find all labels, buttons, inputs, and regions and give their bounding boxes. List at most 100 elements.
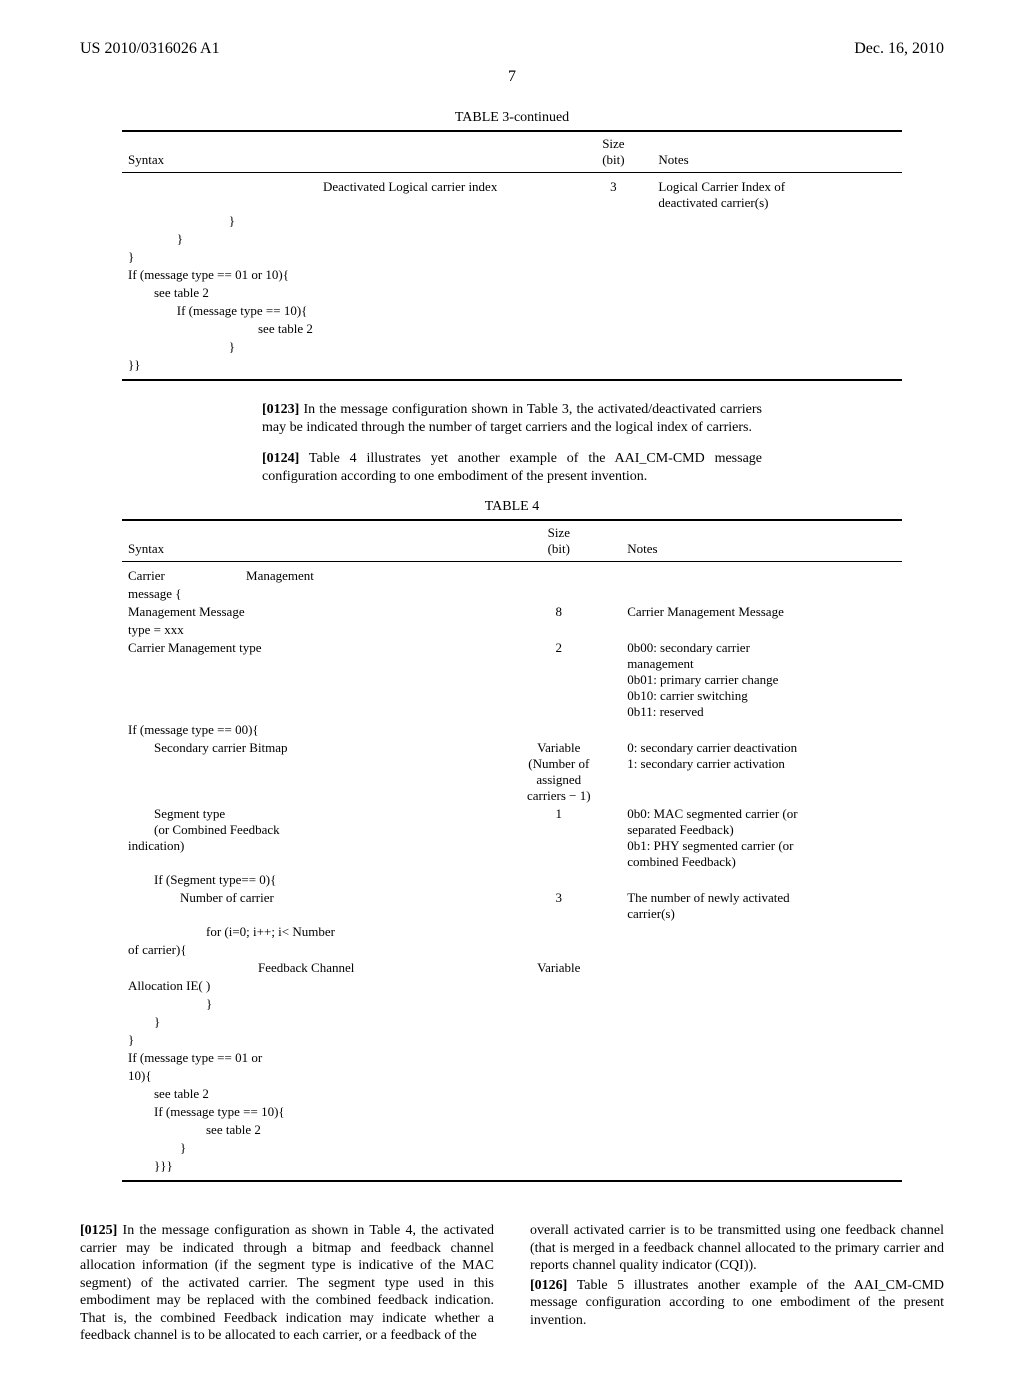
table-cell-syntax: see table 2 <box>122 320 574 338</box>
table-cell-size <box>574 248 652 266</box>
table-cell-syntax: Management Message <box>122 603 496 621</box>
para-0123-num: [0123] <box>262 402 299 417</box>
table4-head-syntax: Syntax <box>122 520 496 562</box>
table-cell-size <box>574 212 652 230</box>
table-cell-size: 8 <box>496 603 621 621</box>
table-cell-syntax: Number of carrier <box>122 889 496 923</box>
table-cell-size <box>496 585 621 603</box>
table-cell-notes <box>621 1157 902 1181</box>
table-cell-size <box>496 1049 621 1067</box>
para-0123: [0123] In the message configuration show… <box>262 401 762 436</box>
para-0124-num: [0124] <box>262 451 299 466</box>
table-cell-notes <box>621 995 902 1013</box>
table-cell-syntax: type = xxx <box>122 621 496 639</box>
table-cell-size <box>496 621 621 639</box>
table-cell-size <box>574 302 652 320</box>
table-cell-size <box>496 1121 621 1139</box>
table-cell-notes <box>652 284 902 302</box>
para-0125: [0125] In the message configuration as s… <box>80 1222 494 1345</box>
table3-head-syntax: Syntax <box>122 131 574 173</box>
table-cell-syntax: Segment type (or Combined Feedback indic… <box>122 805 496 871</box>
header-left: US 2010/0316026 A1 <box>80 40 220 58</box>
table-cell-notes <box>652 302 902 320</box>
table-cell-notes <box>621 941 902 959</box>
table-cell-syntax: Allocation IE( ) <box>122 977 496 995</box>
table-cell-notes <box>621 1139 902 1157</box>
table-cell-size: Variable <box>496 959 621 977</box>
header-right: Dec. 16, 2010 <box>854 40 944 58</box>
table-cell-syntax: If (message type == 10){ <box>122 1103 496 1121</box>
table-cell-size <box>574 338 652 356</box>
table-cell-size: 3 <box>574 173 652 213</box>
table-cell-syntax: }}} <box>122 1157 496 1181</box>
table-cell-syntax: } <box>122 995 496 1013</box>
table-cell-syntax: } <box>122 230 574 248</box>
table-cell-size <box>496 1013 621 1031</box>
table-cell-size <box>574 284 652 302</box>
table-cell-syntax: If (message type == 01 or 10){ <box>122 266 574 284</box>
para-0126: [0126] Table 5 illustrates another examp… <box>530 1277 944 1330</box>
table-cell-notes <box>652 320 902 338</box>
table-cell-syntax: If (message type == 10){ <box>122 302 574 320</box>
table-cell-size: Variable (Number of assigned carriers − … <box>496 739 621 805</box>
para-0124-text: Table 4 illustrates yet another example … <box>262 451 762 484</box>
table-cell-notes <box>652 230 902 248</box>
table-cell-notes <box>621 585 902 603</box>
table-cell-size <box>574 356 652 380</box>
table-cell-notes: 0: secondary carrier deactivation 1: sec… <box>621 739 902 805</box>
table-cell-size <box>574 320 652 338</box>
table-cell-notes <box>621 1049 902 1067</box>
table-cell-syntax: } <box>122 1031 496 1049</box>
table-cell-notes <box>621 977 902 995</box>
table-cell-notes <box>621 1031 902 1049</box>
table-cell-syntax: } <box>122 248 574 266</box>
table3: Syntax Size (bit) Notes Deactivated Logi… <box>122 130 902 381</box>
table-cell-size <box>496 977 621 995</box>
table-cell-size <box>496 995 621 1013</box>
table-cell-size: 3 <box>496 889 621 923</box>
para-0126-num: [0126] <box>530 1278 567 1293</box>
table-cell-notes <box>652 266 902 284</box>
table-cell-syntax: Secondary carrier Bitmap <box>122 739 496 805</box>
table3-caption: TABLE 3-continued <box>122 110 902 126</box>
table-cell-notes: The number of newly activated carrier(s) <box>621 889 902 923</box>
para-0125-num: [0125] <box>80 1223 117 1238</box>
table-cell-notes <box>652 338 902 356</box>
table-cell-notes <box>621 923 902 941</box>
table-cell-size <box>574 230 652 248</box>
table4-caption: TABLE 4 <box>122 499 902 515</box>
page-number: 7 <box>80 68 944 86</box>
table-cell-syntax: } <box>122 1013 496 1031</box>
table-cell-size <box>496 1157 621 1181</box>
table-cell-size <box>496 1103 621 1121</box>
table-cell-syntax: } <box>122 338 574 356</box>
table-cell-size: 2 <box>496 639 621 721</box>
para-0125b: overall activated carrier is to be trans… <box>530 1222 944 1275</box>
table3-head-size: Size (bit) <box>574 131 652 173</box>
table-cell-syntax: If (Segment type== 0){ <box>122 871 496 889</box>
para-0124: [0124] Table 4 illustrates yet another e… <box>262 450 762 485</box>
table-cell-notes <box>621 1085 902 1103</box>
table-cell-notes <box>621 1013 902 1031</box>
table-cell-size <box>496 1085 621 1103</box>
table-cell-syntax: Carrier Management type <box>122 639 496 721</box>
table-cell-syntax: see table 2 <box>122 1121 496 1139</box>
table-cell-notes <box>621 721 902 739</box>
table-cell-size <box>496 941 621 959</box>
table-cell-syntax: Carrier Management <box>122 562 496 586</box>
table-cell-syntax: Feedback Channel <box>122 959 496 977</box>
table-cell-notes: Carrier Management Message <box>621 603 902 621</box>
table4-head-notes: Notes <box>621 520 902 562</box>
table-cell-syntax: If (message type == 01 or <box>122 1049 496 1067</box>
table-cell-size <box>496 1031 621 1049</box>
table-cell-notes: 0b0: MAC segmented carrier (or separated… <box>621 805 902 871</box>
table4: Syntax Size (bit) Notes Carrier Manageme… <box>122 519 902 1182</box>
table-cell-syntax: for (i=0; i++; i< Number <box>122 923 496 941</box>
table-cell-notes <box>621 871 902 889</box>
table-cell-syntax: message { <box>122 585 496 603</box>
table-cell-size <box>496 871 621 889</box>
table-cell-notes <box>621 1103 902 1121</box>
table-cell-size <box>496 1067 621 1085</box>
table-cell-syntax: } <box>122 1139 496 1157</box>
table-cell-notes <box>621 562 902 586</box>
